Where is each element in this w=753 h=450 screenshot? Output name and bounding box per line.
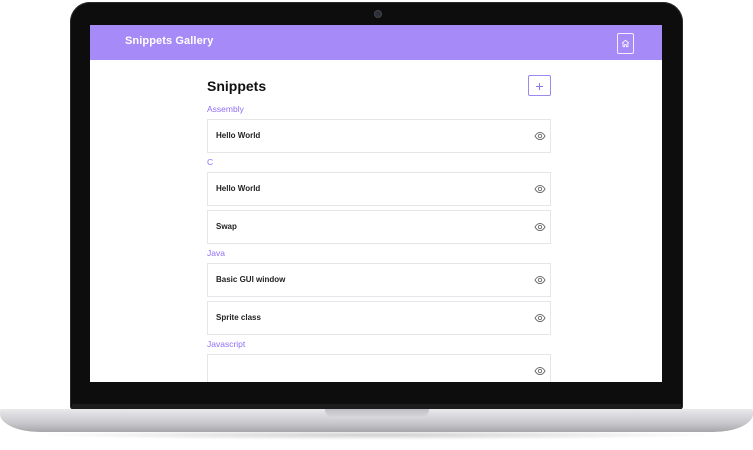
snippet-name: Hello World xyxy=(216,184,261,193)
home-button[interactable] xyxy=(617,33,634,54)
category-label: C xyxy=(207,157,214,167)
laptop-notch xyxy=(325,409,429,418)
eye-icon[interactable] xyxy=(534,183,546,195)
navbar: Snippets Gallery xyxy=(90,25,662,60)
snippet-name: Swap xyxy=(216,222,237,231)
snippet-card[interactable]: Hello World xyxy=(207,119,551,153)
eye-icon[interactable] xyxy=(534,312,546,324)
eye-icon[interactable] xyxy=(534,365,546,377)
eye-icon[interactable] xyxy=(534,221,546,233)
snippet-card[interactable]: Basic GUI window xyxy=(207,263,551,297)
brand-title[interactable]: Snippets Gallery xyxy=(125,35,213,47)
snippet-card[interactable]: Sprite class xyxy=(207,301,551,335)
category-label: Javascript xyxy=(207,339,246,349)
camera xyxy=(374,10,382,18)
eye-icon[interactable] xyxy=(534,274,546,286)
snippet-name: Hello World xyxy=(216,131,261,140)
category-label: Java xyxy=(207,248,225,258)
snippet-name: Sprite class xyxy=(216,313,261,322)
eye-icon[interactable] xyxy=(534,130,546,142)
add-snippet-button[interactable]: + xyxy=(528,75,551,96)
laptop-screen: Snippets Gallery Snippets + Assembly Hell… xyxy=(90,25,662,382)
snippet-card[interactable]: Swap xyxy=(207,210,551,244)
category-label: Assembly xyxy=(207,104,244,114)
home-icon xyxy=(621,39,630,48)
snippet-groups: Assembly Hello World C Hello World Swap Java B… xyxy=(207,104,551,382)
snippet-card[interactable]: Hello World xyxy=(207,172,551,206)
snippet-card[interactable] xyxy=(207,354,551,382)
snippet-name: Basic GUI window xyxy=(216,275,286,284)
page-title: Snippets xyxy=(207,78,267,94)
